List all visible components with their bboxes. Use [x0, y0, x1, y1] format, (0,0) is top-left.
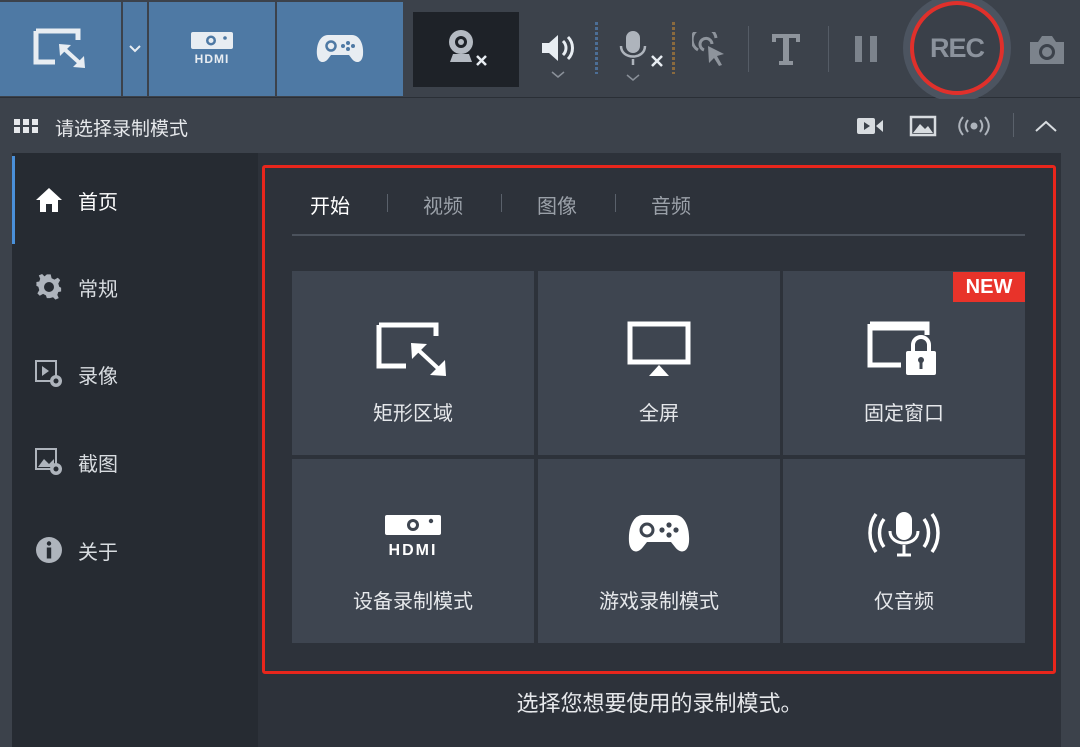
monitor-icon: [538, 319, 780, 381]
mode-dropdown-button[interactable]: [123, 2, 147, 96]
video-status-button[interactable]: [856, 114, 884, 138]
camera-icon: [1030, 36, 1064, 64]
microphone-off-icon: [619, 31, 663, 67]
speaker-button[interactable]: [536, 28, 580, 84]
sidebar-item-label: 截图: [78, 451, 118, 476]
chevron-down-icon: [129, 45, 141, 53]
rectangle-mode-button[interactable]: [0, 2, 121, 96]
app-window: HDMI REC 请选择录制模式 首页 常规 录像 截图 关于 开始 视频 图像…: [0, 0, 1080, 747]
game-mode-button[interactable]: [277, 2, 403, 96]
chevron-down-icon: [626, 74, 640, 81]
home-icon: [34, 185, 64, 215]
microphone-waves-icon: [783, 503, 1025, 565]
sidebar-item-label: 录像: [78, 363, 118, 388]
text-icon: [772, 34, 800, 65]
tile-label: 固定窗口: [864, 401, 944, 425]
image-icon: [909, 115, 937, 137]
microphone-level-meter: [672, 22, 675, 74]
gamepad-icon: [538, 503, 780, 565]
record-button-ring: REC: [903, 0, 1011, 102]
text-overlay-button[interactable]: [764, 28, 808, 70]
new-badge: NEW: [953, 272, 1025, 302]
mode-tile-fixed-window[interactable]: NEW 固定窗口: [783, 271, 1025, 455]
grid-menu-icon[interactable]: [14, 119, 38, 133]
broadcast-icon: [958, 116, 990, 136]
mode-tile-game[interactable]: 游戏录制模式: [538, 459, 780, 643]
mode-tile-rectangle[interactable]: 矩形区域: [292, 271, 534, 455]
sidebar: 首页 常规 录像 截图 关于: [12, 153, 258, 747]
sidebar-item-screenshot[interactable]: 截图: [12, 418, 258, 506]
rectangle-select-icon: [33, 28, 85, 68]
tile-label: 设备录制模式: [353, 589, 473, 613]
tile-label: 游戏录制模式: [599, 589, 719, 613]
speaker-icon: [542, 35, 574, 61]
toolbar: HDMI REC: [0, 0, 1080, 102]
tab-start[interactable]: 开始: [310, 190, 350, 219]
tab-separator: [615, 194, 616, 212]
screenshot-button[interactable]: [1025, 30, 1069, 70]
toolbar-separator: [828, 26, 829, 72]
webcam-button[interactable]: [413, 12, 519, 87]
gamepad-icon: [316, 35, 364, 63]
device-mode-button[interactable]: HDMI: [149, 2, 275, 96]
cursor-click-icon: [692, 32, 724, 66]
speaker-level-meter: [595, 22, 598, 74]
locked-window-icon: [783, 319, 1025, 381]
microphone-button[interactable]: [614, 26, 668, 86]
hdmi-icon: HDMI: [292, 503, 534, 565]
pause-icon: [855, 36, 877, 62]
webcam-off-icon: [449, 29, 487, 66]
hdmi-text: HDMI: [389, 542, 438, 557]
sidebar-item-video[interactable]: 录像: [12, 330, 258, 418]
hdmi-icon: HDMI: [191, 32, 233, 66]
toolbar-separator: [748, 26, 749, 72]
right-border: [1061, 153, 1080, 747]
image-status-button[interactable]: [908, 114, 938, 138]
mode-title-bar: 请选择录制模式: [0, 99, 1080, 153]
info-icon: [34, 535, 64, 565]
tab-bar: 开始 视频 图像 音频: [292, 180, 1025, 236]
cursor-effects-button[interactable]: [690, 30, 730, 70]
record-button[interactable]: REC: [910, 1, 1004, 95]
chevron-down-icon: [551, 71, 565, 78]
video-settings-icon: [34, 359, 64, 389]
mode-tile-audio-only[interactable]: 仅音频: [783, 459, 1025, 643]
sidebar-item-home[interactable]: 首页: [12, 156, 258, 244]
sidebar-item-about[interactable]: 关于: [12, 506, 258, 594]
sidebar-item-label: 常规: [78, 276, 118, 301]
audio-status-button[interactable]: [958, 114, 990, 138]
tab-video[interactable]: 视频: [423, 190, 463, 219]
chevron-up-icon: [1035, 120, 1057, 132]
pause-button[interactable]: [848, 32, 884, 66]
page-title: 请选择录制模式: [55, 118, 189, 140]
sidebar-item-label: 首页: [78, 189, 118, 214]
gear-icon: [34, 272, 64, 302]
hint-text: 选择您想要使用的录制模式。: [516, 692, 803, 717]
mode-tile-device[interactable]: HDMI 设备录制模式: [292, 459, 534, 643]
titlebar-separator: [1013, 113, 1014, 137]
tile-label: 仅音频: [874, 589, 934, 613]
tile-label: 全屏: [639, 401, 679, 425]
tile-label: 矩形区域: [373, 401, 453, 425]
rectangle-select-icon: [292, 319, 534, 381]
hdmi-text: HDMI: [195, 52, 230, 66]
tab-separator: [387, 194, 388, 212]
collapse-button[interactable]: [1034, 114, 1058, 138]
video-camera-icon: [857, 118, 883, 134]
image-settings-icon: [34, 447, 64, 477]
tab-audio[interactable]: 音频: [651, 190, 691, 219]
sidebar-item-general[interactable]: 常规: [12, 243, 258, 331]
tab-separator: [501, 194, 502, 212]
tab-image[interactable]: 图像: [537, 190, 577, 219]
mode-tile-fullscreen[interactable]: 全屏: [538, 271, 780, 455]
sidebar-item-label: 关于: [78, 539, 118, 564]
